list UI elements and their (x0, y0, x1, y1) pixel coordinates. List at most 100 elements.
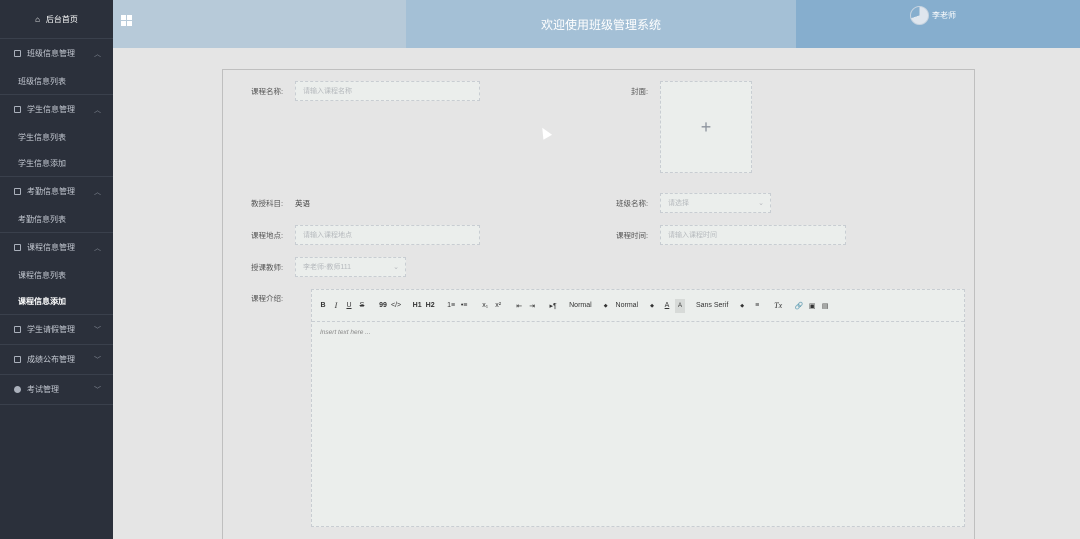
header-left (113, 0, 406, 48)
h1-button[interactable]: H1 (412, 299, 422, 313)
edit-icon (14, 326, 21, 333)
strike-button[interactable]: S (357, 299, 367, 313)
time-label: 课程时间: (616, 231, 649, 240)
chevron-up-icon: ︿ (94, 106, 101, 114)
edit-icon (14, 50, 21, 57)
sidebar-group-student: 学生信息管理 ︿ 学生信息列表 学生信息添加 (0, 94, 113, 176)
bullet-list-button[interactable]: •≡ (459, 299, 469, 313)
text-color-button[interactable]: A (662, 299, 672, 313)
subject-value: 英语 (295, 199, 310, 208)
subject-label: 教授科目: (251, 199, 284, 208)
home-icon: ⌂ (35, 14, 40, 24)
location-input[interactable]: 请输入课程地点 (295, 225, 480, 245)
chevron-up-icon: ︿ (94, 188, 101, 196)
chevron-down-icon: ﹀ (94, 386, 101, 394)
sidebar-group-label: 考勤信息管理 (27, 187, 75, 196)
sidebar-group-head-class[interactable]: 班级信息管理 ︿ (0, 39, 113, 68)
sidebar-group-head-exam[interactable]: 考试管理 ﹀ (0, 375, 113, 404)
time-input[interactable]: 请输入课程时间 (660, 225, 846, 245)
sidebar-group-scores: 成绩公布管理 ﹀ (0, 344, 113, 374)
header-select-value: Normal (615, 302, 639, 309)
sidebar-group-leave: 学生请假管理 ﹀ (0, 314, 113, 344)
course-name-label: 课程名称: (251, 87, 284, 96)
edit-icon (14, 188, 21, 195)
italic-button[interactable]: I (331, 299, 341, 313)
sidebar-group-label: 学生信息管理 (27, 105, 75, 114)
cover-upload[interactable]: + (660, 81, 752, 173)
header-right: 李老师 (796, 0, 1080, 48)
updown-icon: ◆ (740, 302, 745, 309)
teacher-select[interactable]: 李老师-教师111 ⌄ (295, 257, 406, 277)
link-button[interactable]: 🔗 (794, 299, 804, 313)
sidebar-group-label: 班级信息管理 (27, 49, 75, 58)
sidebar-group-label: 成绩公布管理 (27, 355, 75, 364)
sidebar-group-label: 考试管理 (27, 385, 59, 394)
sidebar-group-exam: 考试管理 ﹀ (0, 374, 113, 405)
font-select-value: Sans Serif (695, 302, 729, 309)
avatar (910, 6, 929, 25)
location-icon (14, 386, 21, 393)
chevron-down-icon: ﹀ (94, 326, 101, 334)
edit-icon (14, 356, 21, 363)
user-name: 李老师 (932, 11, 956, 20)
sidebar-group-label: 学生请假管理 (27, 325, 75, 334)
edit-icon (14, 106, 21, 113)
chevron-down-icon: ⌄ (758, 200, 764, 207)
class-select[interactable]: 请选择 ⌄ (660, 193, 771, 213)
chevron-up-icon: ︿ (94, 50, 101, 58)
class-select-placeholder: 请选择 (668, 200, 689, 207)
teacher-label: 授课教师: (251, 263, 284, 272)
sidebar-item-attendance-list[interactable]: 考勤信息列表 (0, 206, 113, 232)
sidebar-item-student-list[interactable]: 学生信息列表 (0, 124, 113, 150)
image-button[interactable]: ▣ (807, 299, 817, 313)
bold-button[interactable]: B (318, 299, 328, 313)
sidebar-item-course-list[interactable]: 课程信息列表 (0, 262, 113, 288)
background-color-button[interactable]: A (674, 298, 685, 313)
outdent-button[interactable]: ⇤ (514, 299, 524, 313)
editor-toolbar: B I U S 99 </> H1 H2 1≡ •≡ x₁ x² ⇤ ⇥ ▸¶ … (312, 290, 964, 322)
header-select[interactable]: Normal ◆ (616, 302, 654, 309)
header: 欢迎使用班级管理系统 李老师 (113, 0, 1080, 50)
updown-icon: ◆ (650, 302, 654, 309)
ordered-list-button[interactable]: 1≡ (446, 299, 456, 313)
rich-text-editor: B I U S 99 </> H1 H2 1≡ •≡ x₁ x² ⇤ ⇥ ▸¶ … (311, 289, 965, 527)
clean-format-button[interactable]: Tx (773, 299, 783, 313)
class-label: 班级名称: (616, 199, 649, 208)
plus-icon: + (700, 116, 712, 137)
sidebar-group-attendance: 考勤信息管理 ︿ 考勤信息列表 (0, 176, 113, 232)
superscript-button[interactable]: x² (493, 299, 503, 313)
sidebar-home[interactable]: ⌂ 后台首页 (0, 0, 113, 38)
sidebar-item-course-add[interactable]: 课程信息添加 (0, 288, 113, 314)
course-name-input[interactable]: 请输入课程名称 (295, 81, 480, 101)
sidebar-group-head-student[interactable]: 学生信息管理 ︿ (0, 95, 113, 124)
menu-grid-icon[interactable] (121, 15, 132, 26)
sidebar-group-head-scores[interactable]: 成绩公布管理 ﹀ (0, 345, 113, 374)
chevron-up-icon: ︿ (94, 244, 101, 252)
video-button[interactable]: ▤ (820, 299, 830, 313)
text-direction-button[interactable]: ▸¶ (548, 299, 558, 313)
subscript-button[interactable]: x₁ (480, 299, 490, 313)
underline-button[interactable]: U (344, 299, 354, 313)
indent-button[interactable]: ⇥ (527, 299, 537, 313)
align-button[interactable]: ≡ (752, 299, 762, 313)
sidebar-group-head-leave[interactable]: 学生请假管理 ﹀ (0, 315, 113, 344)
blockquote-button[interactable]: 99 (378, 299, 388, 313)
code-block-button[interactable]: </> (391, 299, 401, 313)
font-select[interactable]: Sans Serif ◆ (696, 302, 744, 309)
editor-content[interactable]: Insert text here ... (312, 322, 964, 343)
sidebar-group-class: 班级信息管理 ︿ 班级信息列表 (0, 38, 113, 94)
user-menu[interactable]: 李老师 (910, 6, 956, 25)
intro-label: 课程介绍: (251, 294, 284, 303)
page-title: 欢迎使用班级管理系统 (406, 0, 796, 48)
sidebar-item-student-add[interactable]: 学生信息添加 (0, 150, 113, 176)
course-form: 课程名称: 请输入课程名称 封面: + 教授科目: 英语 班级名称: 请选择 ⌄… (222, 69, 975, 539)
sidebar-item-class-list[interactable]: 班级信息列表 (0, 68, 113, 94)
sidebar-group-head-course[interactable]: 课程信息管理 ︿ (0, 233, 113, 262)
edit-icon (14, 244, 21, 251)
sidebar-group-head-attendance[interactable]: 考勤信息管理 ︿ (0, 177, 113, 206)
chevron-down-icon: ⌄ (393, 264, 399, 271)
sidebar-group-label: 课程信息管理 (27, 243, 75, 252)
h2-button[interactable]: H2 (425, 299, 435, 313)
cover-label: 封面: (631, 87, 649, 96)
size-select[interactable]: Normal ◆ (569, 302, 607, 309)
